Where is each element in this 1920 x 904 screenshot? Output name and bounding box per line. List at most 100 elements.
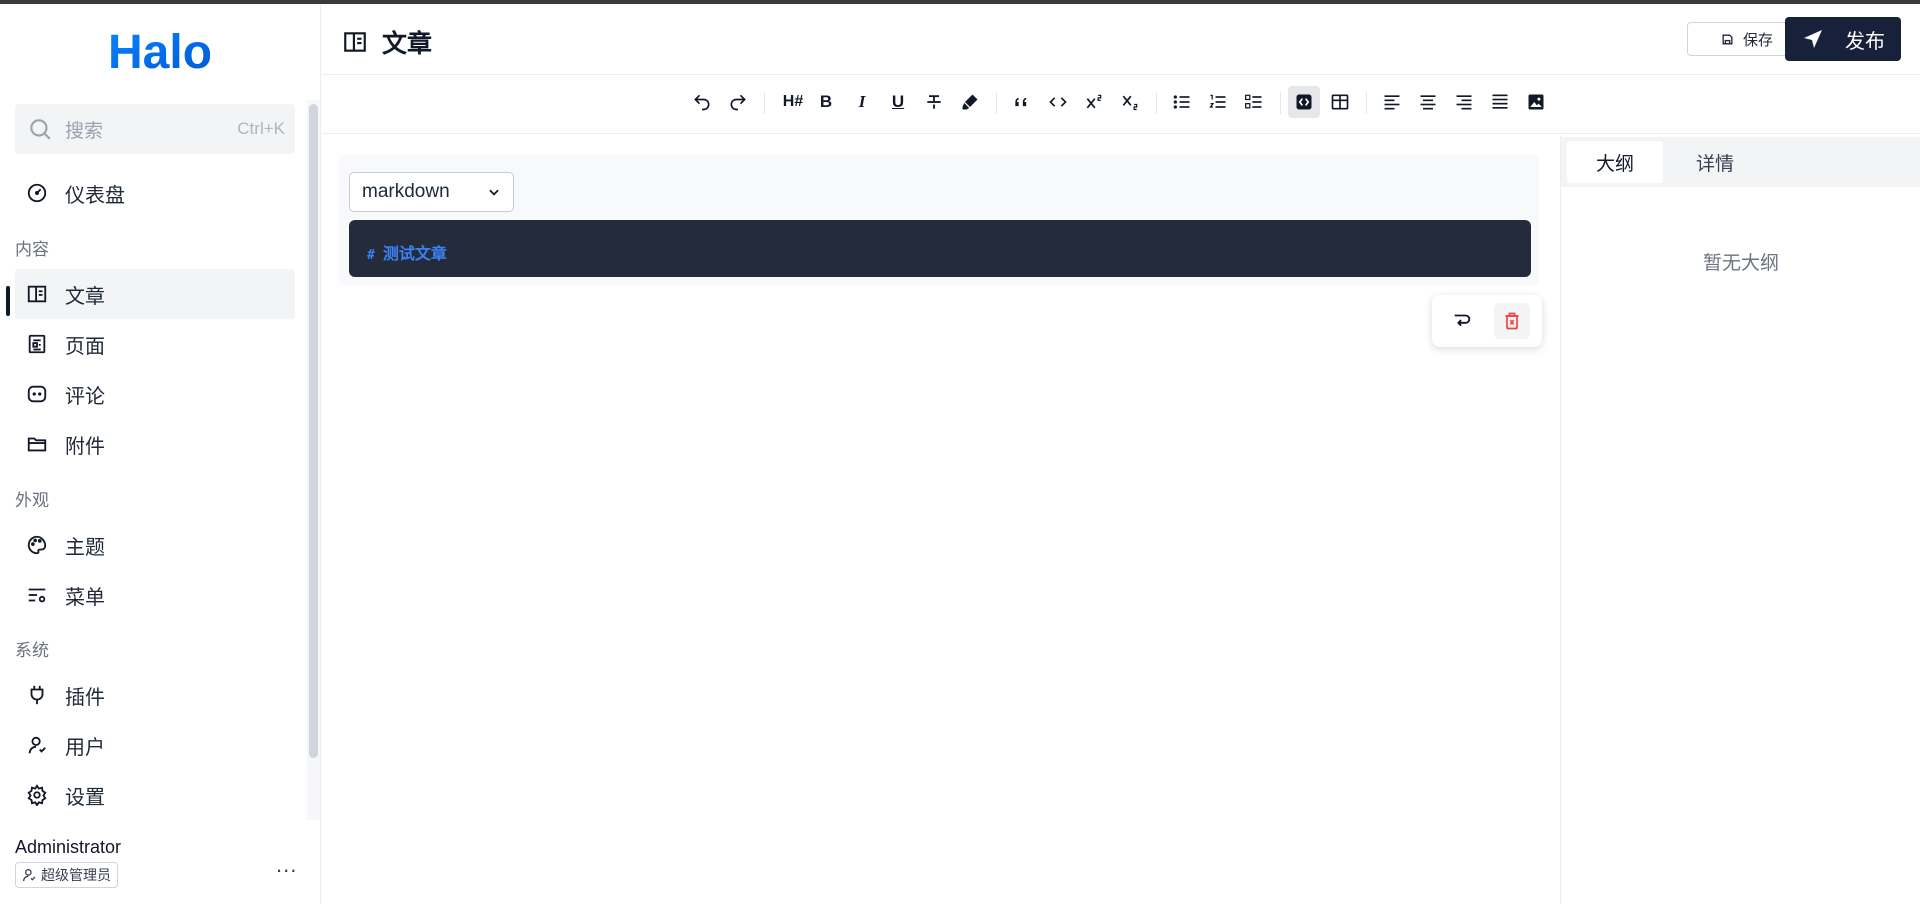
panel-tabs: 大纲 详情 <box>1561 137 1920 187</box>
sidebar-item-dashboard[interactable]: 仪表盘 <box>15 168 295 218</box>
highlight-button[interactable] <box>954 86 986 118</box>
folder-icon <box>25 432 49 456</box>
group-label-content: 内容 <box>15 240 49 259</box>
user-more-button[interactable]: ... <box>276 852 297 878</box>
page-header: 文章 保存 发布 <box>322 4 1920 75</box>
page-icon <box>25 332 49 356</box>
block-actions-popover <box>1432 295 1542 347</box>
editor-toolbar: H# B I U <box>322 76 1920 134</box>
comment-icon <box>25 382 49 406</box>
heading-button[interactable]: H# <box>774 86 812 118</box>
halo-logo[interactable]: Halo <box>108 26 210 76</box>
superscript-button[interactable] <box>1078 86 1110 118</box>
delete-block-button[interactable] <box>1494 303 1530 339</box>
sidebar-item-pages[interactable]: 页面 <box>15 319 295 369</box>
empty-outline-text: 暂无大纲 <box>1702 253 1779 274</box>
sidebar-item-label: 文章 <box>65 285 105 308</box>
strikethrough-button[interactable] <box>918 86 950 118</box>
gear-icon <box>25 783 49 807</box>
language-select[interactable]: markdown <box>349 172 514 212</box>
wrap-icon <box>1454 314 1471 327</box>
strikethrough-icon <box>927 95 941 109</box>
subscript-icon <box>1122 95 1138 111</box>
image-button[interactable] <box>1520 86 1552 118</box>
sidebar-item-label: 评论 <box>65 385 105 408</box>
task-list-button[interactable] <box>1238 86 1270 118</box>
group-label-system: 系统 <box>15 641 49 660</box>
publish-button[interactable]: 发布 <box>1785 17 1901 61</box>
align-left-icon <box>1384 95 1400 110</box>
ordered-list-button[interactable] <box>1202 86 1234 118</box>
sidebar-item-posts[interactable]: 文章 <box>15 269 295 319</box>
table-icon <box>1331 94 1349 110</box>
redo-icon <box>730 94 746 111</box>
align-justify-button[interactable] <box>1484 86 1516 118</box>
page-title: 文章 <box>342 24 432 60</box>
sidebar-item-menus[interactable]: 菜单 <box>15 570 295 620</box>
search-icon <box>30 119 51 140</box>
align-left-button[interactable] <box>1376 86 1408 118</box>
page-title-text: 文章 <box>382 30 433 58</box>
search-input[interactable]: 搜索 Ctrl+K <box>15 104 295 154</box>
tab-outline[interactable]: 大纲 <box>1567 141 1663 183</box>
underline-button[interactable]: U <box>882 86 914 118</box>
sidebar-item-plugins[interactable]: 插件 <box>15 670 295 720</box>
bold-button[interactable]: B <box>810 86 842 118</box>
toolbar-divider <box>1156 92 1157 114</box>
redo-button[interactable] <box>722 86 754 118</box>
send-icon <box>1804 30 1822 48</box>
code-block-button[interactable] <box>1288 86 1320 118</box>
highlighter-icon <box>962 94 978 110</box>
sidebar-item-label: 附件 <box>65 435 105 458</box>
sidebar-item-label: 页面 <box>65 335 105 358</box>
code-text: 测试文章 <box>382 244 447 263</box>
code-block-icon <box>1296 94 1312 110</box>
article-icon <box>25 282 49 306</box>
sidebar-item-label: 仪表盘 <box>65 184 125 207</box>
align-center-button[interactable] <box>1412 86 1444 118</box>
group-label-appearance: 外观 <box>15 491 49 510</box>
user-role-icon <box>23 869 36 882</box>
toolbar-divider <box>1366 92 1367 114</box>
menu-settings-icon <box>25 583 49 607</box>
code-editor[interactable]: # 测试文章 <box>349 220 1531 277</box>
sidebar-item-attachments[interactable]: 附件 <box>15 419 295 469</box>
sidebar-item-label: 设置 <box>65 786 105 809</box>
undo-icon <box>694 94 710 111</box>
tab-details[interactable]: 详情 <box>1667 141 1763 183</box>
blockquote-button[interactable] <box>1006 86 1038 118</box>
sidebar: Halo 搜索 Ctrl+K 仪表盘 内容 文章 页面 评论 附件 外观 主题 … <box>0 4 321 904</box>
table-button[interactable] <box>1324 86 1356 118</box>
active-indicator <box>6 286 10 316</box>
user-icon <box>25 733 49 757</box>
trash-icon <box>1505 312 1519 330</box>
task-list-icon <box>1245 94 1262 109</box>
align-center-icon <box>1420 95 1436 110</box>
language-value: markdown <box>362 181 450 202</box>
undo-button[interactable] <box>686 86 718 118</box>
sidebar-item-users[interactable]: 用户 <box>15 720 295 770</box>
image-icon <box>1528 94 1544 110</box>
sidebar-item-label: 插件 <box>65 686 105 709</box>
palette-icon <box>25 533 49 557</box>
code-hash: # <box>367 248 375 263</box>
superscript-icon <box>1086 94 1102 109</box>
sidebar-item-settings[interactable]: 设置 <box>15 770 295 820</box>
save-label: 保存 <box>1742 31 1773 49</box>
chevron-down-icon <box>489 189 499 196</box>
bullet-list-button[interactable] <box>1166 86 1198 118</box>
sidebar-scrollbar[interactable] <box>309 104 318 758</box>
right-panel: 大纲 详情 暂无大纲 <box>1560 135 1920 904</box>
sidebar-item-themes[interactable]: 主题 <box>15 520 295 570</box>
code-button[interactable] <box>1042 86 1074 118</box>
role-label: 超级管理员 <box>41 867 111 883</box>
sidebar-item-comments[interactable]: 评论 <box>15 369 295 419</box>
sidebar-item-label: 菜单 <box>65 586 105 609</box>
italic-button[interactable]: I <box>846 86 878 118</box>
toolbar-divider <box>996 92 997 114</box>
role-badge: 超级管理员 <box>15 862 118 888</box>
subscript-button[interactable] <box>1114 86 1146 118</box>
wrap-lines-button[interactable] <box>1444 303 1480 339</box>
align-right-button[interactable] <box>1448 86 1480 118</box>
ordered-list-icon <box>1209 94 1226 108</box>
